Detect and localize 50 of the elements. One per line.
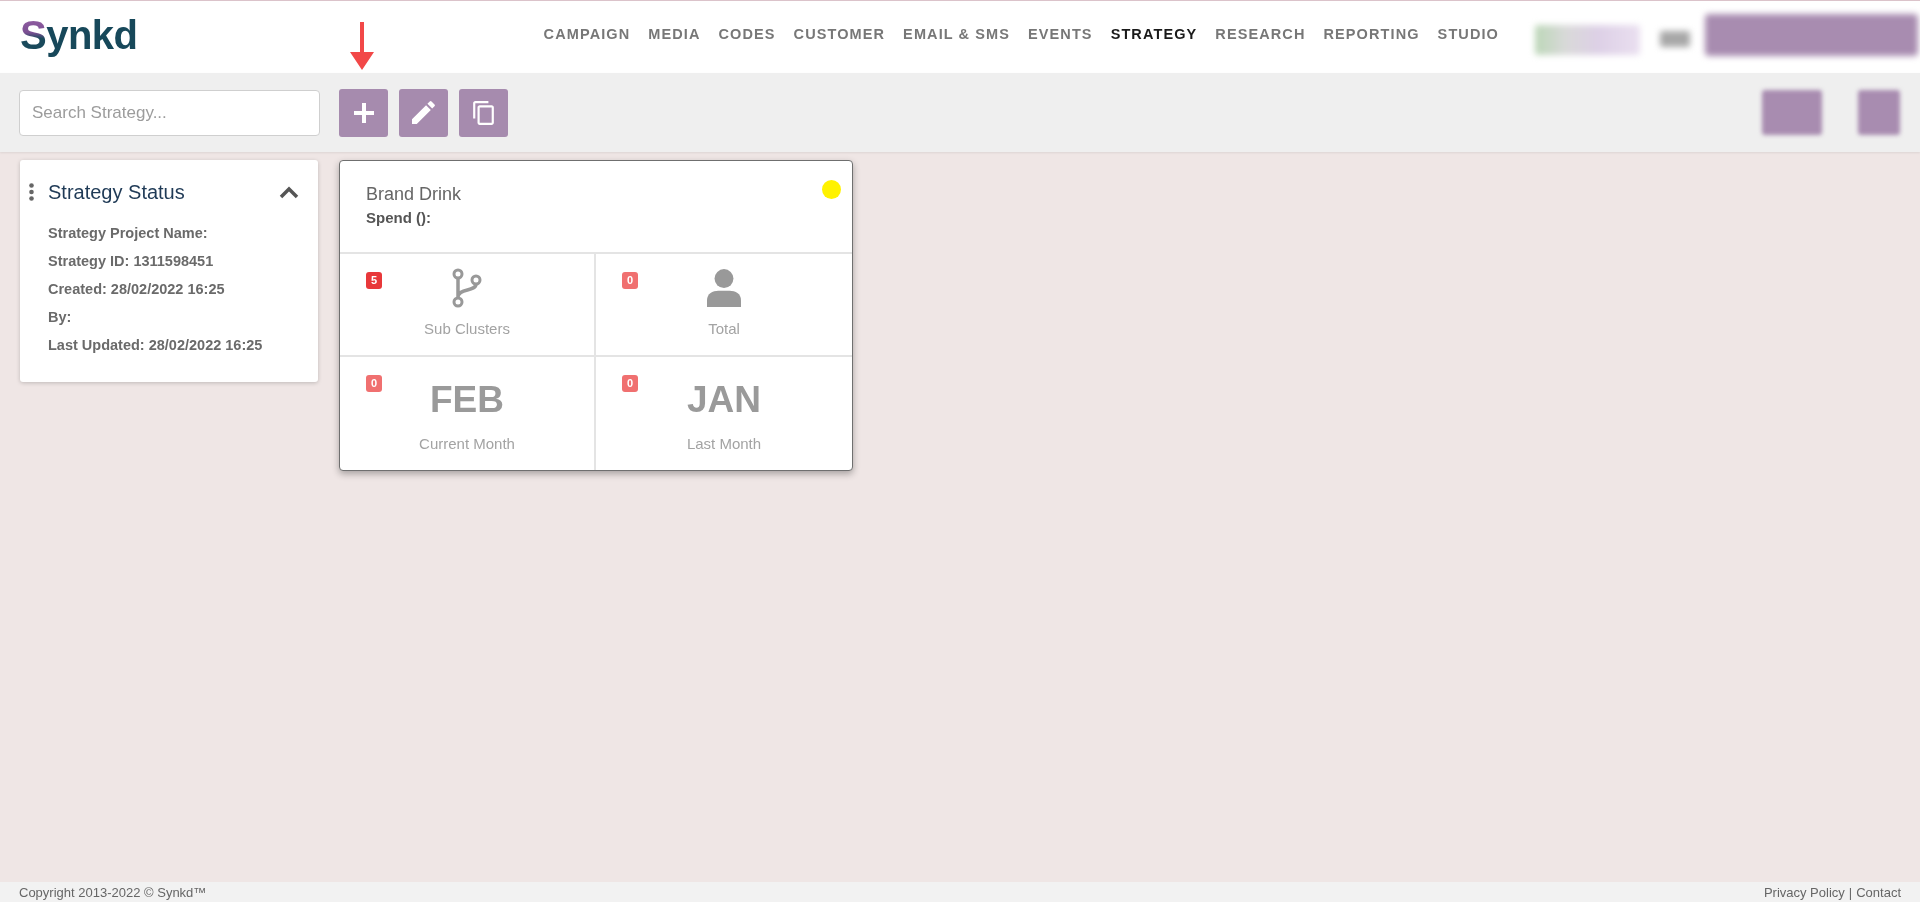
cell-label: Current Month	[419, 434, 515, 454]
blurred-button[interactable]	[1762, 90, 1822, 135]
count-badge: 5	[366, 272, 382, 289]
cell-label: Last Month	[686, 434, 762, 454]
count-badge: 0	[366, 375, 382, 392]
nav-link[interactable]: REPORTING	[1323, 25, 1420, 43]
copy-icon	[473, 100, 494, 125]
logo[interactable]: Synkd	[20, 14, 138, 56]
nav-link[interactable]: STUDIO	[1437, 25, 1499, 43]
nav-link[interactable]: CODES	[718, 25, 776, 43]
status-detail: Last Updated: 28/02/2022 16:25	[48, 336, 264, 355]
footer-link[interactable]: Privacy Policy	[1763, 884, 1845, 900]
nav-link[interactable]: MEDIA	[648, 25, 701, 43]
status-detail: Created: 28/02/2022 16:25	[48, 280, 226, 299]
count-badge: 0	[622, 375, 638, 392]
status-detail: Strategy ID: 1311598451	[48, 252, 215, 271]
month-value: FEB	[430, 379, 504, 421]
copyright-text: Copyright 2013-2022 © Synkd™	[19, 884, 207, 900]
add-button[interactable]	[339, 88, 388, 137]
panel-title: Strategy Status	[48, 180, 185, 204]
blurred-button[interactable]	[1858, 90, 1900, 135]
nav-link[interactable]: CUSTOMER	[793, 25, 886, 43]
edit-button[interactable]	[399, 88, 448, 137]
plus-icon	[353, 102, 374, 123]
copy-button[interactable]	[459, 88, 508, 137]
pointer-arrow	[350, 22, 374, 70]
strategy-name: Brand Drink	[366, 183, 462, 205]
drag-handle-icon[interactable]	[29, 183, 34, 201]
spend-label: Spend ():	[366, 208, 431, 228]
separator-text: |	[1848, 884, 1853, 900]
search-field[interactable]: Search Strategy...	[19, 89, 320, 136]
count-badge: 0	[622, 272, 638, 289]
nav-link[interactable]: EMAIL & SMS	[903, 25, 1010, 43]
nav-link[interactable]: RESEARCH	[1215, 25, 1306, 43]
chevron-up-icon[interactable]	[279, 185, 299, 199]
status-detail: By:	[48, 308, 73, 327]
cell-label: Sub Clusters	[424, 319, 510, 339]
status-detail: Strategy Project Name:	[48, 224, 209, 243]
nav-link[interactable]: EVENTS	[1028, 25, 1093, 43]
footer-link[interactable]: Contact	[1856, 884, 1901, 900]
person-icon	[707, 268, 741, 308]
month-value: JAN	[687, 379, 761, 421]
strategy-card[interactable]: Brand Drink Spend (): 5 Sub Clusters 0 Total 0 FEB Current Month 0 JAN Last Month	[339, 160, 853, 471]
branch-icon	[452, 268, 482, 308]
blurred-text	[1660, 31, 1690, 47]
pencil-icon	[412, 101, 435, 124]
nav-link[interactable]: CAMPAIGN	[543, 25, 631, 43]
nav-link[interactable]: STRATEGY	[1110, 25, 1198, 43]
blurred-button[interactable]	[1705, 14, 1918, 56]
cell-label: Total	[708, 319, 740, 339]
